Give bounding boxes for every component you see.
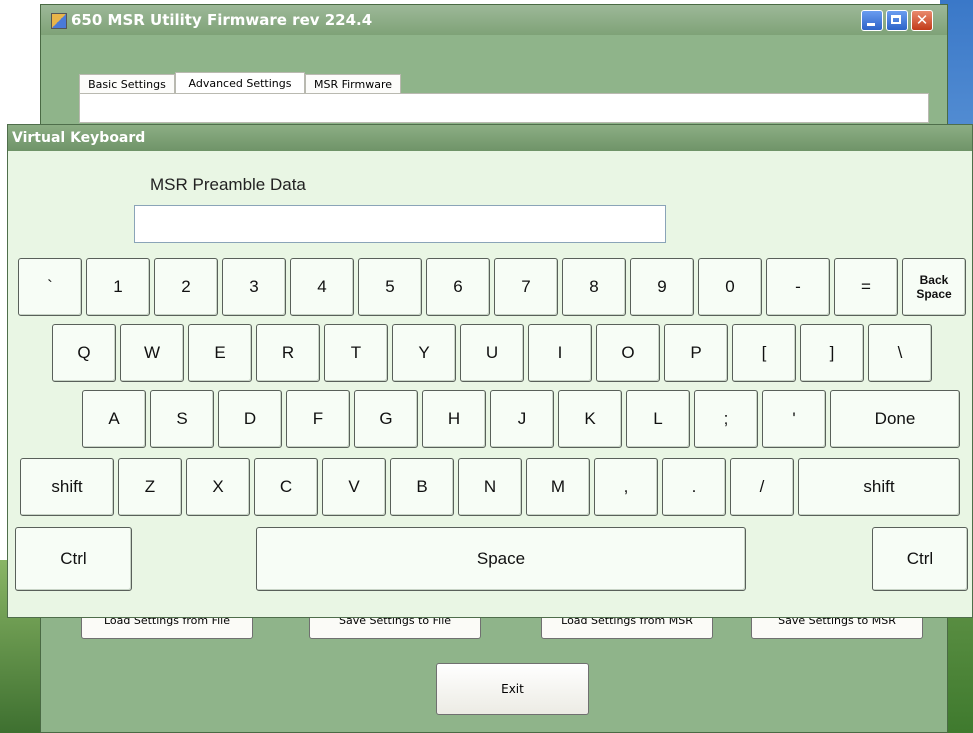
minimize-icon[interactable] [861, 10, 883, 31]
virtual-keyboard-title: Virtual Keyboard [12, 130, 146, 146]
key-symbol-3-10[interactable]: / [730, 458, 794, 516]
key-ctrl-4-0[interactable]: Ctrl [15, 527, 132, 591]
close-icon[interactable]: ✕ [911, 10, 933, 31]
key-8-0-8[interactable]: 8 [562, 258, 626, 316]
key-m-3-7[interactable]: M [526, 458, 590, 516]
key-4-0-4[interactable]: 4 [290, 258, 354, 316]
key-1-0-1[interactable]: 1 [86, 258, 150, 316]
key-e-1-2[interactable]: E [188, 324, 252, 382]
virtual-keyboard-window: Virtual Keyboard MSR Preamble Data ` 1 2 3 4… [7, 124, 973, 618]
key-o-1-8[interactable]: O [596, 324, 660, 382]
exit-button[interactable]: Exit [436, 663, 589, 715]
app-icon [51, 13, 67, 29]
key-f-2-3[interactable]: F [286, 390, 350, 448]
key-space-4-1[interactable]: Space [256, 527, 746, 591]
key-t-1-4[interactable]: T [324, 324, 388, 382]
key-q-1-0[interactable]: Q [52, 324, 116, 382]
key-v-3-4[interactable]: V [322, 458, 386, 516]
key-shift-3-11[interactable]: shift [798, 458, 960, 516]
key-symbol-2-9[interactable]: ; [694, 390, 758, 448]
key-symbol-3-9[interactable]: . [662, 458, 726, 516]
key-9-0-9[interactable]: 9 [630, 258, 694, 316]
msr-preamble-input[interactable] [134, 205, 666, 243]
key-j-2-6[interactable]: J [490, 390, 554, 448]
tab-panel [79, 93, 929, 123]
key-shift-3-0[interactable]: shift [20, 458, 114, 516]
key-h-2-5[interactable]: H [422, 390, 486, 448]
key-r-1-3[interactable]: R [256, 324, 320, 382]
key-back-space-0-13[interactable]: Back Space [902, 258, 966, 316]
key-x-3-2[interactable]: X [186, 458, 250, 516]
key-n-3-6[interactable]: N [458, 458, 522, 516]
key-c-3-3[interactable]: C [254, 458, 318, 516]
key-5-0-5[interactable]: 5 [358, 258, 422, 316]
key-i-1-7[interactable]: I [528, 324, 592, 382]
key-symbol-3-8[interactable]: , [594, 458, 658, 516]
key-symbol-0-11[interactable]: - [766, 258, 830, 316]
virtual-keyboard-titlebar[interactable]: Virtual Keyboard [8, 125, 972, 151]
key-w-1-1[interactable]: W [120, 324, 184, 382]
key-0-0-10[interactable]: 0 [698, 258, 762, 316]
key-ctrl-4-2[interactable]: Ctrl [872, 527, 968, 591]
key-a-2-0[interactable]: A [82, 390, 146, 448]
key-symbol-1-10[interactable]: [ [732, 324, 796, 382]
key-s-2-1[interactable]: S [150, 390, 214, 448]
key-7-0-7[interactable]: 7 [494, 258, 558, 316]
key-l-2-8[interactable]: L [626, 390, 690, 448]
key-p-1-9[interactable]: P [664, 324, 728, 382]
key-3-0-3[interactable]: 3 [222, 258, 286, 316]
key-symbol-1-12[interactable]: \ [868, 324, 932, 382]
tab-basic-settings[interactable]: Basic Settings [79, 74, 175, 94]
key-symbol-2-10[interactable]: ' [762, 390, 826, 448]
key-6-0-6[interactable]: 6 [426, 258, 490, 316]
key-u-1-6[interactable]: U [460, 324, 524, 382]
key-y-1-5[interactable]: Y [392, 324, 456, 382]
tab-msr-firmware[interactable]: MSR Firmware [305, 74, 401, 94]
key-symbol-0-0[interactable]: ` [18, 258, 82, 316]
key-done-2-11[interactable]: Done [830, 390, 960, 448]
key-symbol-0-12[interactable]: = [834, 258, 898, 316]
app-title: 650 MSR Utility Firmware rev 224.4 [71, 11, 373, 29]
key-d-2-2[interactable]: D [218, 390, 282, 448]
maximize-icon[interactable] [886, 10, 908, 31]
key-2-0-2[interactable]: 2 [154, 258, 218, 316]
key-symbol-1-11[interactable]: ] [800, 324, 864, 382]
key-k-2-7[interactable]: K [558, 390, 622, 448]
key-b-3-5[interactable]: B [390, 458, 454, 516]
msr-preamble-label: MSR Preamble Data [150, 175, 306, 194]
tab-advanced-settings[interactable]: Advanced Settings [175, 72, 305, 94]
app-titlebar[interactable]: 650 MSR Utility Firmware rev 224.4 ✕ [41, 5, 947, 35]
key-z-3-1[interactable]: Z [118, 458, 182, 516]
key-g-2-4[interactable]: G [354, 390, 418, 448]
